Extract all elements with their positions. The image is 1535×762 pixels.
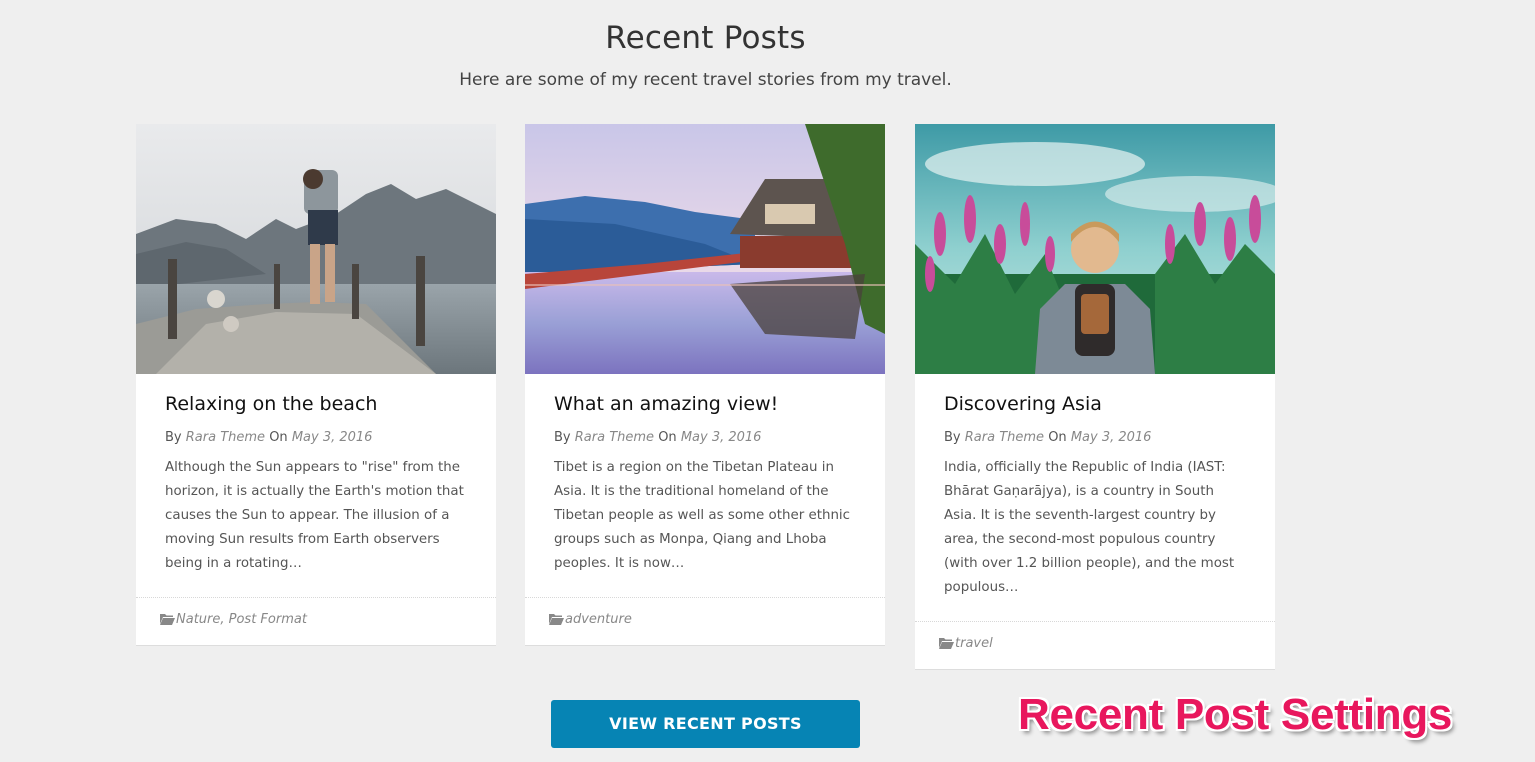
date-link[interactable]: May 3, 2016 [1071, 430, 1152, 445]
author-link[interactable]: Rara Theme [186, 430, 265, 445]
author-link[interactable]: Rara Theme [575, 430, 654, 445]
post-excerpt: Tibet is a region on the Tibetan Plateau… [554, 460, 851, 571]
by-label: By [554, 430, 571, 445]
on-label: On [1048, 430, 1067, 445]
post-excerpt: India, officially the Republic of India … [944, 460, 1235, 595]
date-link[interactable]: May 3, 2016 [681, 430, 762, 445]
post-card: Discovering Asia By Rara Theme On May 3,… [915, 124, 1275, 670]
post-title[interactable]: What an amazing view! [554, 393, 856, 415]
post-card: What an amazing view! By Rara Theme On M… [525, 124, 885, 646]
by-label: By [944, 430, 961, 445]
by-label: By [165, 430, 182, 445]
date-link[interactable]: May 3, 2016 [292, 430, 373, 445]
post-title[interactable]: Relaxing on the beach [165, 393, 467, 415]
on-label: On [658, 430, 677, 445]
view-recent-posts-button[interactable]: VIEW RECENT POSTS [551, 700, 860, 748]
post-meta: By Rara Theme On May 3, 2016 [944, 429, 1246, 447]
section-title: Recent Posts [605, 20, 806, 56]
post-meta: By Rara Theme On May 3, 2016 [554, 429, 856, 447]
post-categories: Nature, Post Format [136, 597, 496, 645]
recent-posts-page: Recent Posts Here are some of my recent … [0, 0, 1535, 762]
post-thumbnail-beach[interactable] [136, 124, 496, 374]
post-meta: By Rara Theme On May 3, 2016 [165, 429, 467, 447]
post-categories: travel [915, 621, 1275, 669]
post-thumbnail-lake-house[interactable] [525, 124, 885, 374]
category-link[interactable]: adventure [565, 612, 632, 627]
author-link[interactable]: Rara Theme [965, 430, 1044, 445]
post-card: Relaxing on the beach By Rara Theme On M… [136, 124, 496, 646]
folder-icon [549, 613, 564, 629]
category-link[interactable]: Nature, Post Format [176, 612, 307, 627]
recent-post-settings-label: Recent Post Settings [1018, 690, 1453, 739]
post-title[interactable]: Discovering Asia [944, 393, 1246, 415]
category-link[interactable]: travel [955, 636, 993, 651]
on-label: On [269, 430, 288, 445]
post-excerpt: Although the Sun appears to "rise" from … [165, 460, 464, 571]
folder-icon [939, 637, 954, 653]
folder-icon [160, 613, 175, 629]
post-categories: adventure [525, 597, 885, 645]
post-thumbnail-flower-field[interactable] [915, 124, 1275, 374]
section-subtitle: Here are some of my recent travel storie… [459, 70, 952, 90]
